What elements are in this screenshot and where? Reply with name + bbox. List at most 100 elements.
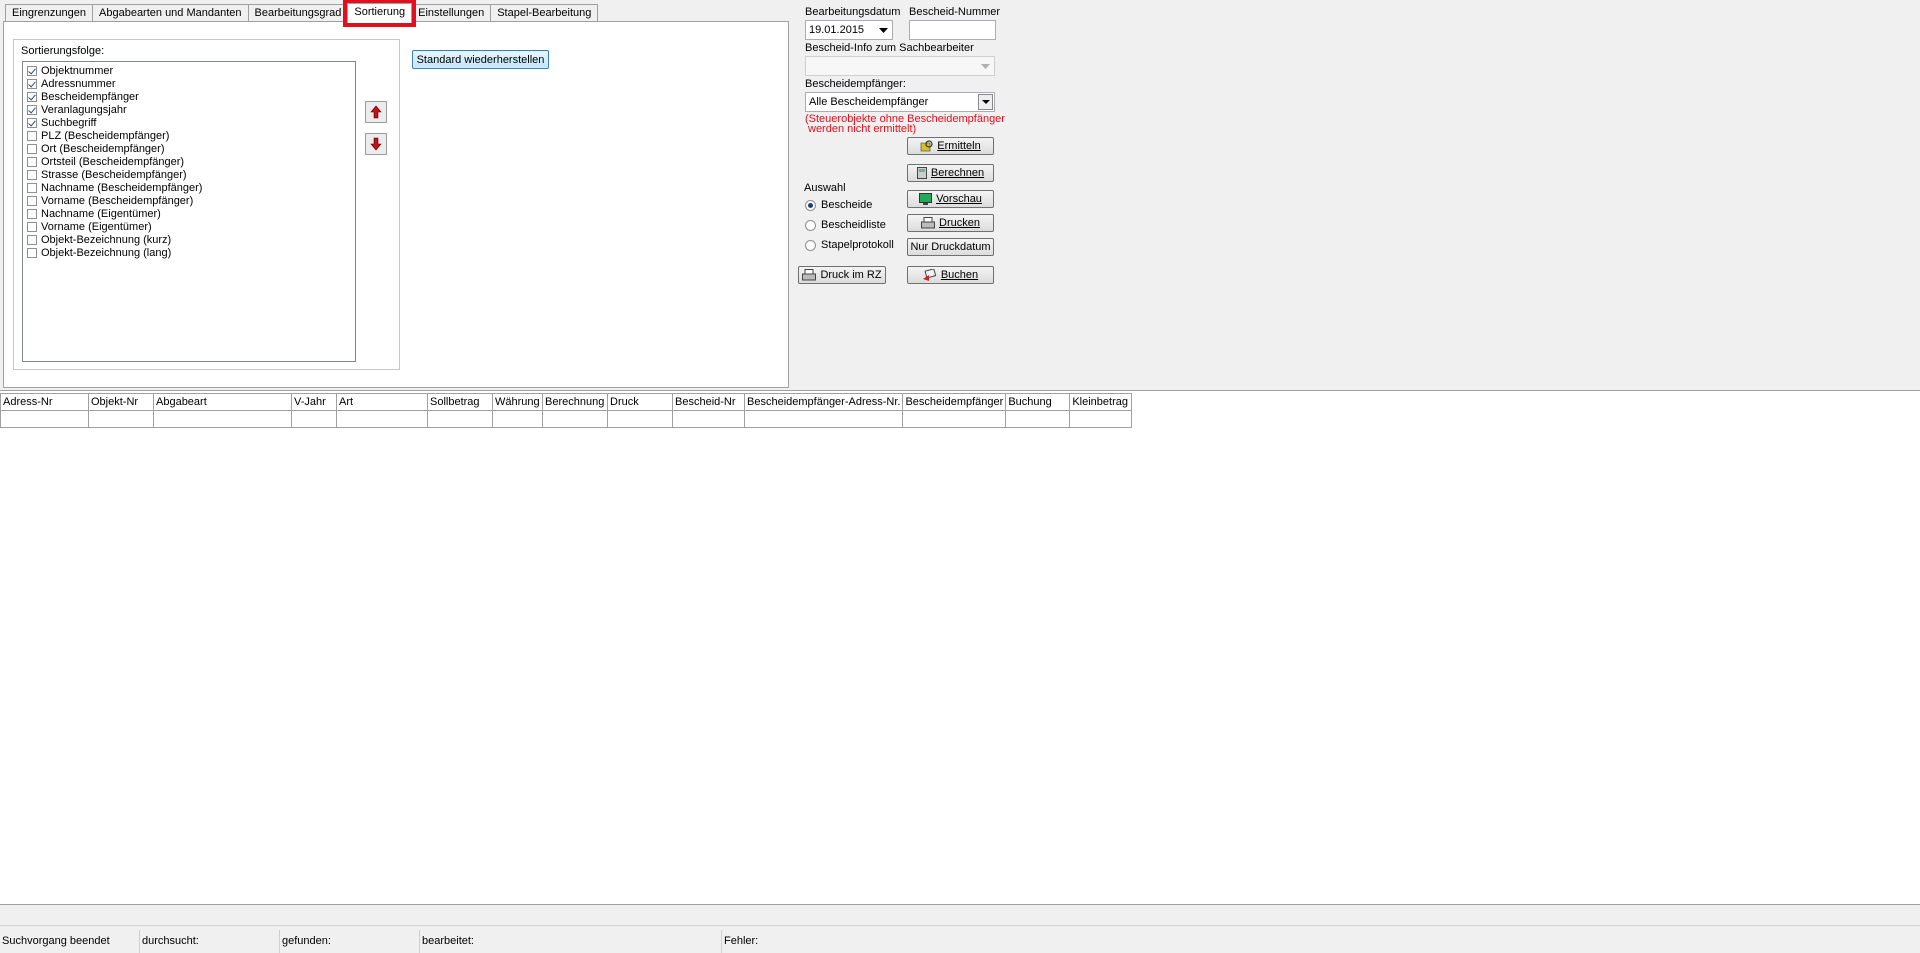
bescheid-info-combo[interactable] xyxy=(805,56,995,76)
berechnen-button[interactable]: Berechnen xyxy=(907,164,994,182)
list-item[interactable]: Vorname (Eigentümer) xyxy=(27,220,355,233)
list-item[interactable]: Ortsteil (Bescheidempfänger) xyxy=(27,155,355,168)
column-header[interactable]: Druck xyxy=(607,393,673,411)
list-item[interactable]: Ort (Bescheidempfänger) xyxy=(27,142,355,155)
move-up-button[interactable] xyxy=(365,101,387,123)
column-header[interactable]: Sollbetrag xyxy=(427,393,493,411)
results-grid-area[interactable]: Adress-Nr Objekt-Nr Abgabeart V-Jahr Art… xyxy=(0,390,1920,905)
column-header[interactable]: Währung xyxy=(492,393,543,411)
radio-stapelprotokoll-indicator[interactable] xyxy=(805,239,816,251)
table-row[interactable] xyxy=(0,410,1133,428)
list-item-label: Nachname (Eigentümer) xyxy=(41,207,161,220)
printer-icon xyxy=(802,269,817,281)
radio-bescheidliste[interactable]: Bescheidliste xyxy=(805,219,886,231)
checkbox[interactable] xyxy=(27,156,37,167)
vorschau-button[interactable]: Vorschau xyxy=(907,190,994,208)
sortierungsfolge-label: Sortierungsfolge: xyxy=(21,45,105,57)
drucken-label: Drucken xyxy=(939,217,980,229)
table-cell[interactable] xyxy=(672,410,745,428)
table-cell[interactable] xyxy=(88,410,154,428)
checkbox[interactable] xyxy=(27,65,37,76)
move-down-button[interactable] xyxy=(365,133,387,155)
checkbox[interactable] xyxy=(27,130,37,141)
horizontal-scrollbar[interactable] xyxy=(0,906,1920,926)
checkbox[interactable] xyxy=(27,91,37,102)
standard-wiederherstellen-button[interactable]: Standard wiederherstellen xyxy=(412,50,549,69)
checkbox[interactable] xyxy=(27,117,37,128)
table-cell[interactable] xyxy=(743,410,904,428)
grid-header-row: Adress-Nr Objekt-Nr Abgabeart V-Jahr Art… xyxy=(0,393,1133,411)
list-item[interactable]: Objekt-Bezeichnung (lang) xyxy=(27,246,355,259)
status-bar: Suchvorgang beendet durchsucht: gefunden… xyxy=(0,930,1920,953)
table-cell[interactable] xyxy=(902,410,1007,428)
checkbox[interactable] xyxy=(27,221,37,232)
table-cell[interactable] xyxy=(427,410,493,428)
buchen-label: Buchen xyxy=(940,269,979,281)
column-header[interactable]: Kleinbetrag xyxy=(1069,393,1133,411)
checkbox[interactable] xyxy=(27,169,37,180)
chevron-down-icon[interactable] xyxy=(875,21,892,39)
table-cell[interactable] xyxy=(1005,410,1071,428)
chevron-down-icon[interactable] xyxy=(978,94,993,110)
list-item[interactable]: Strasse (Bescheidempfänger) xyxy=(27,168,355,181)
tab-sortierung[interactable]: Sortierung xyxy=(343,0,417,27)
list-item[interactable]: Bescheidempfänger xyxy=(27,90,355,103)
checkbox[interactable] xyxy=(27,104,37,115)
checkbox[interactable] xyxy=(27,234,37,245)
column-header[interactable]: Adress-Nr xyxy=(0,393,89,411)
list-item[interactable]: Suchbegriff xyxy=(27,116,355,129)
column-header[interactable]: Bescheid-Nr xyxy=(672,393,745,411)
table-cell[interactable] xyxy=(1069,410,1133,428)
status-suchvorgang: Suchvorgang beendet xyxy=(0,930,140,953)
table-cell[interactable] xyxy=(542,410,608,428)
ermitteln-button[interactable]: Ermitteln xyxy=(907,137,994,155)
list-item[interactable]: Nachname (Eigentümer) xyxy=(27,207,355,220)
radio-bescheide[interactable]: Bescheide xyxy=(805,199,872,211)
table-cell[interactable] xyxy=(492,410,543,428)
column-header[interactable]: Bescheidempfänger-Adress-Nr. xyxy=(743,393,904,411)
column-header[interactable]: Art xyxy=(336,393,428,411)
table-cell[interactable] xyxy=(607,410,673,428)
checkbox[interactable] xyxy=(27,208,37,219)
column-header[interactable]: Abgabeart xyxy=(153,393,292,411)
column-header[interactable]: Bescheidempfänger xyxy=(902,393,1007,411)
checkbox[interactable] xyxy=(27,195,37,206)
chevron-down-icon[interactable] xyxy=(977,57,994,75)
column-header[interactable]: Buchung xyxy=(1005,393,1071,411)
bescheid-nummer-input[interactable] xyxy=(909,20,996,40)
list-item[interactable]: Objekt-Bezeichnung (kurz) xyxy=(27,233,355,246)
results-grid[interactable]: Adress-Nr Objekt-Nr Abgabeart V-Jahr Art… xyxy=(0,393,1133,428)
buchen-button[interactable]: Buchen xyxy=(907,266,994,284)
column-header[interactable]: V-Jahr xyxy=(291,393,337,411)
checkbox[interactable] xyxy=(27,143,37,154)
bearbeitungsdatum-value: 19.01.2015 xyxy=(809,24,865,36)
checkbox[interactable] xyxy=(27,247,37,258)
table-cell[interactable] xyxy=(291,410,337,428)
list-item[interactable]: PLZ (Bescheidempfänger) xyxy=(27,129,355,142)
list-item[interactable]: Objektnummer xyxy=(27,64,355,77)
sortierungsfolge-list[interactable]: Objektnummer Adressnummer Bescheidempfänge… xyxy=(22,61,356,362)
table-cell[interactable] xyxy=(153,410,292,428)
bescheidempfaenger-combo[interactable]: Alle Bescheidempfänger xyxy=(805,92,995,112)
druck-im-rz-button[interactable]: Druck im RZ xyxy=(798,266,886,284)
list-item[interactable]: Nachname (Bescheidempfänger) xyxy=(27,181,355,194)
radio-bescheide-indicator[interactable] xyxy=(805,199,816,211)
drucken-button[interactable]: Drucken xyxy=(907,214,994,232)
list-item[interactable]: Veranlagungsjahr xyxy=(27,103,355,116)
nur-druckdatum-button[interactable]: Nur Druckdatum xyxy=(907,238,994,256)
table-cell[interactable] xyxy=(0,410,89,428)
column-header[interactable]: Objekt-Nr xyxy=(88,393,154,411)
list-item[interactable]: Adressnummer xyxy=(27,77,355,90)
list-item[interactable]: Vorname (Bescheidempfänger) xyxy=(27,194,355,207)
ermitteln-label: Ermitteln xyxy=(937,140,981,152)
bearbeitungsdatum-picker[interactable]: 19.01.2015 xyxy=(805,20,893,40)
radio-stapelprotokoll[interactable]: Stapelprotokoll xyxy=(805,239,894,251)
list-item-label: Objekt-Bezeichnung (kurz) xyxy=(41,233,172,246)
radio-bescheidliste-indicator[interactable] xyxy=(805,219,816,231)
radio-bescheidliste-label: Bescheidliste xyxy=(821,219,886,231)
checkbox[interactable] xyxy=(27,78,37,89)
arrow-down-icon xyxy=(370,137,382,151)
column-header[interactable]: Berechnung xyxy=(542,393,608,411)
checkbox[interactable] xyxy=(27,182,37,193)
table-cell[interactable] xyxy=(336,410,428,428)
